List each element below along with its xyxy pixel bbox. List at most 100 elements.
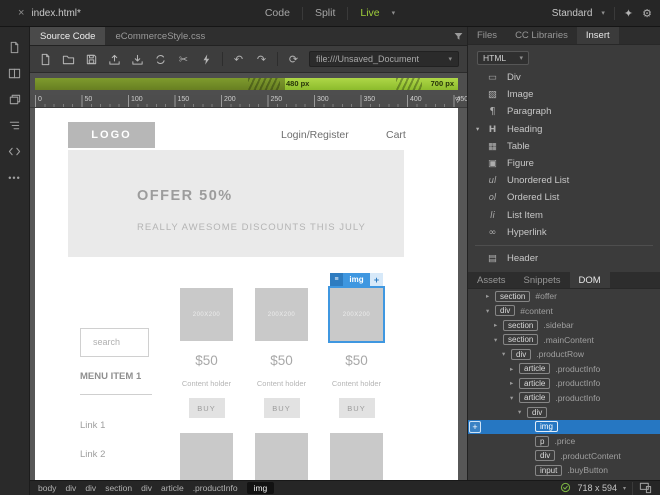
- tag-selector-item[interactable]: body: [38, 483, 56, 493]
- dom-tree-node[interactable]: + img: [468, 419, 660, 434]
- element-tag-label[interactable]: img: [343, 273, 370, 286]
- insert-item[interactable]: Table: [468, 138, 660, 155]
- insert-item[interactable]: List Item: [468, 207, 660, 224]
- undo-icon[interactable]: ↶: [231, 52, 246, 67]
- new-file-icon[interactable]: [38, 52, 53, 67]
- dom-tree-node[interactable]: ▸ section #offer: [468, 289, 660, 304]
- tag-selector-item[interactable]: img: [246, 482, 275, 494]
- product-image-placeholder[interactable]: [330, 433, 383, 480]
- viewport-size-display[interactable]: 718 x 594: [577, 483, 617, 493]
- element-tag-chip[interactable]: ≡ img +: [330, 273, 383, 286]
- dom-tag-chip[interactable]: article: [519, 363, 551, 375]
- insert-item[interactable]: Unordered List: [468, 172, 660, 189]
- dom-tag-chip[interactable]: input: [535, 464, 563, 476]
- split-view-icon[interactable]: [7, 66, 22, 81]
- dom-tree-node[interactable]: ▾ div: [468, 405, 660, 420]
- product-image-placeholder[interactable]: 200X200: [180, 288, 233, 341]
- dom-tag-chip[interactable]: section: [503, 334, 539, 346]
- disclosure-arrow[interactable]: ▸: [510, 365, 519, 373]
- sidebar-link[interactable]: Link 1: [80, 420, 105, 431]
- dom-tag-chip[interactable]: article: [519, 377, 551, 389]
- workspace-switcher[interactable]: Standard: [552, 8, 593, 19]
- related-file-tab[interactable]: Source Code: [30, 27, 106, 45]
- open-file-icon[interactable]: [61, 52, 76, 67]
- cut-icon[interactable]: ✂: [176, 52, 191, 67]
- buy-button[interactable]: BUY: [263, 398, 300, 418]
- refresh-icon[interactable]: ⟳: [286, 52, 301, 67]
- product-image-placeholder[interactable]: 200X200: [255, 288, 308, 341]
- panel-tab[interactable]: DOM: [569, 272, 610, 288]
- redo-icon[interactable]: ↷: [254, 52, 269, 67]
- insert-item[interactable]: Image: [468, 86, 660, 103]
- related-file-tab[interactable]: eCommerceStyle.css: [105, 27, 215, 45]
- dom-tree-node[interactable]: p .price: [468, 434, 660, 449]
- dom-tree-node[interactable]: ▸ article .productInfo: [468, 362, 660, 377]
- disclosure-arrow[interactable]: ▾: [518, 408, 527, 416]
- ruler-marker[interactable]: ▽: [455, 96, 460, 104]
- list-panel-icon[interactable]: [7, 118, 22, 133]
- panel-tab[interactable]: Snippets: [515, 272, 570, 288]
- insert-item[interactable]: Div: [468, 69, 660, 86]
- product-image-placeholder[interactable]: [255, 433, 308, 480]
- dom-tree-node[interactable]: ▸ section .sidebar: [468, 318, 660, 333]
- sidebar-link[interactable]: Link 2: [80, 449, 105, 460]
- dom-tree-node[interactable]: ▾ div #content: [468, 304, 660, 319]
- product-card[interactable]: ≡ img + 200X200 $50 Content holder BUY: [330, 273, 383, 480]
- device-preview-icon[interactable]: [639, 481, 652, 495]
- panel-tab[interactable]: Assets: [468, 272, 515, 288]
- disclosure-arrow[interactable]: ▾: [486, 307, 495, 315]
- buy-button[interactable]: BUY: [338, 398, 375, 418]
- save-icon[interactable]: [84, 52, 99, 67]
- dom-tree-node[interactable]: div .productContent: [468, 449, 660, 464]
- lint-status-icon[interactable]: [560, 482, 571, 495]
- panel-tab[interactable]: Files: [468, 27, 506, 44]
- chevron-down-icon[interactable]: ▾: [392, 9, 396, 17]
- disclosure-arrow[interactable]: ▾: [476, 125, 485, 133]
- panel-tab[interactable]: Insert: [576, 27, 619, 44]
- more-options-icon[interactable]: •••: [7, 170, 22, 185]
- cart-link[interactable]: Cart: [386, 129, 406, 141]
- tag-selector-item[interactable]: div: [141, 483, 152, 493]
- add-element-button[interactable]: +: [469, 420, 481, 433]
- insert-item[interactable]: Paragraph: [468, 103, 660, 120]
- dom-tag-chip[interactable]: img: [535, 421, 558, 433]
- disclosure-arrow[interactable]: ▸: [510, 379, 519, 387]
- dom-tag-chip[interactable]: section: [503, 319, 539, 331]
- add-element-icon[interactable]: +: [370, 273, 383, 286]
- insert-item[interactable]: Ordered List: [468, 189, 660, 206]
- disclosure-arrow[interactable]: ▾: [510, 394, 519, 402]
- dom-tree-node[interactable]: ▾ div .productRow: [468, 347, 660, 362]
- dom-tree-node[interactable]: ▾ article .productInfo: [468, 391, 660, 406]
- dom-tag-chip[interactable]: div: [511, 348, 532, 360]
- product-image-placeholder[interactable]: [180, 433, 233, 480]
- code-tags-icon[interactable]: [7, 144, 22, 159]
- dom-tag-chip[interactable]: article: [519, 392, 551, 404]
- dom-tree-node[interactable]: input .buyButton: [468, 463, 660, 478]
- dom-tree-node[interactable]: ▾ section .mainContent: [468, 333, 660, 348]
- product-card[interactable]: 200X200 $50 Content holder BUY: [255, 288, 308, 480]
- login-register-link[interactable]: Login/Register: [281, 129, 349, 141]
- panel-tab[interactable]: CC Libraries: [506, 27, 577, 44]
- dom-tag-chip[interactable]: p: [535, 435, 550, 447]
- dom-tag-chip[interactable]: section: [495, 290, 531, 302]
- sync-icon[interactable]: [153, 52, 168, 67]
- buy-button[interactable]: BUY: [188, 398, 225, 418]
- download-icon[interactable]: [130, 52, 145, 67]
- mode-code-button[interactable]: Code: [265, 7, 290, 19]
- disclosure-arrow[interactable]: ▾: [502, 350, 511, 358]
- search-input[interactable]: search: [80, 328, 149, 357]
- tag-selector-item[interactable]: div: [65, 483, 76, 493]
- element-menu-icon[interactable]: ≡: [330, 273, 343, 286]
- chevron-down-icon[interactable]: ▾: [623, 485, 626, 492]
- live-view-canvas[interactable]: LOGO Login/Register Cart OFFER 50% REALL…: [30, 108, 467, 480]
- disclosure-arrow[interactable]: ▸: [486, 292, 495, 300]
- mode-live-button[interactable]: Live: [360, 7, 379, 19]
- insert-item[interactable]: Figure: [468, 155, 660, 172]
- product-card[interactable]: 200X200 $50 Content holder BUY: [180, 288, 233, 480]
- insert-category-dropdown[interactable]: HTML ▾: [477, 51, 529, 65]
- gear-icon[interactable]: ⚙: [642, 7, 652, 20]
- disclosure-arrow[interactable]: ▸: [494, 321, 503, 329]
- document-icon[interactable]: [7, 40, 22, 55]
- address-bar[interactable]: file:///Unsaved_Document ▾: [309, 51, 459, 67]
- chevron-down-icon[interactable]: ▾: [448, 55, 452, 63]
